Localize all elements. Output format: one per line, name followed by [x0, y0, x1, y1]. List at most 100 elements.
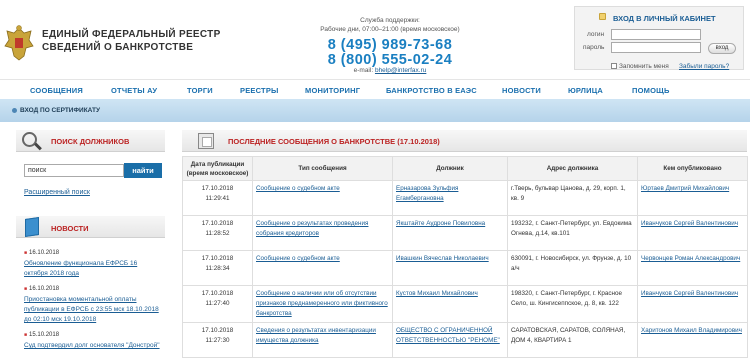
table-row: 17.10.2018 11:27:30 Сведения о результата…	[182, 322, 748, 358]
login-button[interactable]: вход	[708, 43, 736, 54]
remember-me[interactable]: Запомнить меня	[611, 63, 669, 70]
message-type-link[interactable]: Сообщение о наличии или об отсутствии пр…	[256, 290, 388, 317]
cell-type: Сообщение о результатах проведения собра…	[252, 215, 393, 251]
table-header-row: Дата публикации (время московское) Тип с…	[182, 156, 748, 181]
message-type-link[interactable]: Сообщение о судебном акте	[256, 255, 340, 262]
cell-type: Сообщение о судебном акте	[252, 250, 393, 286]
debtor-link[interactable]: Ерназарова Зульфия Егамбергановна	[396, 185, 458, 202]
message-type-link[interactable]: Сообщение о результатах проведения собра…	[256, 220, 368, 237]
sidebar: ПОИСК ДОЛЖНИКОВ поиск найти Расширенный …	[16, 130, 165, 359]
nav-item-messages[interactable]: СООБЩЕНИЯ	[30, 86, 83, 95]
cell-address: 193232, г. Санкт-Петербург, ул. Евдокима…	[507, 215, 638, 251]
cell-debtor: Якштайте Аудроне Повиловна	[392, 215, 508, 251]
remember-checkbox[interactable]	[611, 63, 617, 70]
news-date: 16.10.2018	[24, 285, 162, 294]
column-header-date: Дата публикации (время московское)	[182, 156, 253, 181]
table-row: 17.10.2018 11:27:40 Сообщение о наличии и…	[182, 285, 748, 323]
cell-date: 17.10.2018 11:27:30	[182, 322, 253, 358]
news-link[interactable]: Суд подтвердил долг основателя "Донстрой…	[24, 342, 160, 349]
nav-item-auctions[interactable]: ТОРГИ	[187, 86, 213, 95]
publisher-link[interactable]: Червонцев Роман Александрович	[641, 255, 740, 262]
column-header-publisher: Кем опубликовано	[637, 156, 748, 181]
news-list: 16.10.2018 Обновление функционала ЕФРСБ …	[24, 249, 162, 357]
cell-debtor: Ивашкин Вячеслав Николаевич	[392, 250, 508, 286]
nav-item-registries[interactable]: РЕЕСТРЫ	[240, 86, 279, 95]
debtor-link[interactable]: Якштайте Аудроне Повиловна	[396, 220, 485, 227]
debtor-link[interactable]: Кустов Михаил Михайлович	[396, 290, 478, 297]
lock-icon	[599, 13, 606, 20]
news-link[interactable]: Приостановка моментальной оплаты публика…	[24, 296, 159, 323]
nav-item-eaeu[interactable]: БАНКРОТСТВО В ЕАЭС	[386, 86, 477, 95]
message-type-link[interactable]: Сообщение о судебном акте	[256, 185, 340, 192]
cell-address: 630091, г. Новосибирск, ул. Фрунзе, д. 1…	[507, 250, 638, 286]
support-email-link[interactable]: bhelp@interfax.ru	[375, 67, 426, 74]
nav-item-au-reports[interactable]: ОТЧЕТЫ АУ	[111, 86, 157, 95]
password-input[interactable]	[611, 42, 701, 53]
debtor-link[interactable]: ОБЩЕСТВО С ОГРАНИЧЕННОЙ ОТВЕТСТВЕННОСТЬЮ…	[396, 327, 500, 344]
messages-table: Дата публикации (время московское) Тип с…	[182, 156, 748, 358]
cell-publisher: Иванчуков Сергей Валентинович	[637, 215, 748, 251]
messages-panel-header: ПОСЛЕДНИЕ СООБЩЕНИЯ О БАНКРОТСТВЕ (17.10…	[182, 130, 747, 152]
publisher-link[interactable]: Иванчуков Сергей Валентинович	[641, 290, 738, 297]
search-panel-title: ПОИСК ДОЛЖНИКОВ	[51, 137, 130, 146]
search-icon	[22, 132, 37, 147]
news-item: 15.10.2018 Суд подтвердил долг основател…	[24, 331, 162, 350]
coat-of-arms-icon	[4, 25, 34, 61]
table-row: 17.10.2018 11:28:52 Сообщение о результат…	[182, 215, 748, 251]
cell-address: САРАТОВСКАЯ, САРАТОВ, СОЛЯНАЯ, ДОМ 4, КВ…	[507, 322, 638, 358]
news-panel-header: НОВОСТИ	[16, 216, 165, 238]
cell-debtor: Кустов Михаил Михайлович	[392, 285, 508, 323]
nav-item-help[interactable]: ПОМОЩЬ	[632, 86, 670, 95]
certificate-bar: ВХОД ПО СЕРТИФИКАТУ	[0, 99, 750, 122]
publisher-link[interactable]: Юртаев Дмитрий Михайлович	[641, 185, 729, 192]
nav-item-monitoring[interactable]: МОНИТОРИНГ	[305, 86, 360, 95]
newspaper-icon	[25, 217, 39, 237]
certificate-login-link[interactable]: ВХОД ПО СЕРТИФИКАТУ	[12, 107, 100, 114]
advanced-search-link[interactable]: Расширенный поиск	[24, 189, 90, 196]
cell-publisher: Харитонов Михаил Владимирович	[637, 322, 748, 358]
search-input[interactable]: поиск	[24, 164, 124, 177]
search-panel-header: ПОИСК ДОЛЖНИКОВ	[16, 130, 165, 152]
forgot-password-link[interactable]: Забыли пароль?	[679, 63, 729, 70]
support-email: e-mail: bhelp@interfax.ru	[353, 67, 427, 74]
main-nav: СООБЩЕНИЯ ОТЧЕТЫ АУ ТОРГИ РЕЕСТРЫ МОНИТО…	[0, 79, 750, 99]
support-phone-1: 8 (495) 989-73-68	[327, 37, 453, 53]
login-input[interactable]	[611, 29, 701, 40]
cell-address: 198320, г. Санкт-Петербург, г. Красное С…	[507, 285, 638, 323]
cell-publisher: Иванчуков Сергей Валентинович	[637, 285, 748, 323]
message-type-link[interactable]: Сведения о результатах инвентаризации им…	[256, 327, 376, 344]
messages-panel-title: ПОСЛЕДНИЕ СООБЩЕНИЯ О БАНКРОТСТВЕ (17.10…	[228, 137, 440, 146]
debtor-link[interactable]: Ивашкин Вячеслав Николаевич	[396, 255, 489, 262]
cell-type: Сообщение о судебном акте	[252, 180, 393, 216]
cell-publisher: Юртаев Дмитрий Михайлович	[637, 180, 748, 216]
column-header-debtor: Должник	[392, 156, 508, 181]
news-link[interactable]: Обновление функционала ЕФРСБ 16 октября …	[24, 260, 137, 277]
news-item: 16.10.2018 Приостановка моментальной опл…	[24, 285, 162, 324]
cell-date: 17.10.2018 11:27:40	[182, 285, 253, 323]
login-panel: ВХОД В ЛИЧНЫЙ КАБИНЕТ логин пароль вход …	[574, 6, 744, 70]
news-date: 16.10.2018	[24, 249, 162, 258]
search-button[interactable]: найти	[124, 163, 162, 178]
login-title: ВХОД В ЛИЧНЫЙ КАБИНЕТ	[613, 14, 716, 23]
column-header-type: Тип сообщения	[252, 156, 393, 181]
registry-title: ЕДИНЫЙ ФЕДЕРАЛЬНЫЙ РЕЕСТР СВЕДЕНИЙ О БАН…	[42, 29, 221, 53]
cell-type: Сведения о результатах инвентаризации им…	[252, 322, 393, 358]
nav-item-legal-entities[interactable]: ЮРЛИЦА	[568, 86, 603, 95]
publisher-link[interactable]: Харитонов Михаил Владимирович	[641, 327, 742, 334]
certificate-icon	[12, 107, 17, 113]
document-icon	[198, 133, 214, 149]
cell-debtor: Ерназарова Зульфия Егамбергановна	[392, 180, 508, 216]
site-header: ЕДИНЫЙ ФЕДЕРАЛЬНЫЙ РЕЕСТР СВЕДЕНИЙ О БАН…	[0, 0, 750, 74]
news-date: 15.10.2018	[24, 331, 162, 340]
password-label: пароль	[583, 44, 605, 51]
nav-item-news[interactable]: НОВОСТИ	[502, 86, 541, 95]
cell-address: г.Тверь, бульвар Цанова, д. 29, корп. 1,…	[507, 180, 638, 216]
messages-panel: ПОСЛЕДНИЕ СООБЩЕНИЯ О БАНКРОТСТВЕ (17.10…	[182, 130, 748, 359]
news-item: 16.10.2018 Обновление функционала ЕФРСБ …	[24, 249, 162, 278]
cell-date: 17.10.2018 11:29:41	[182, 180, 253, 216]
cell-publisher: Червонцев Роман Александрович	[637, 250, 748, 286]
table-row: 17.10.2018 11:29:41 Сообщение о судебном …	[182, 180, 748, 216]
publisher-link[interactable]: Иванчуков Сергей Валентинович	[641, 220, 738, 227]
column-header-address: Адрес должника	[507, 156, 638, 181]
login-label: логин	[587, 31, 605, 38]
